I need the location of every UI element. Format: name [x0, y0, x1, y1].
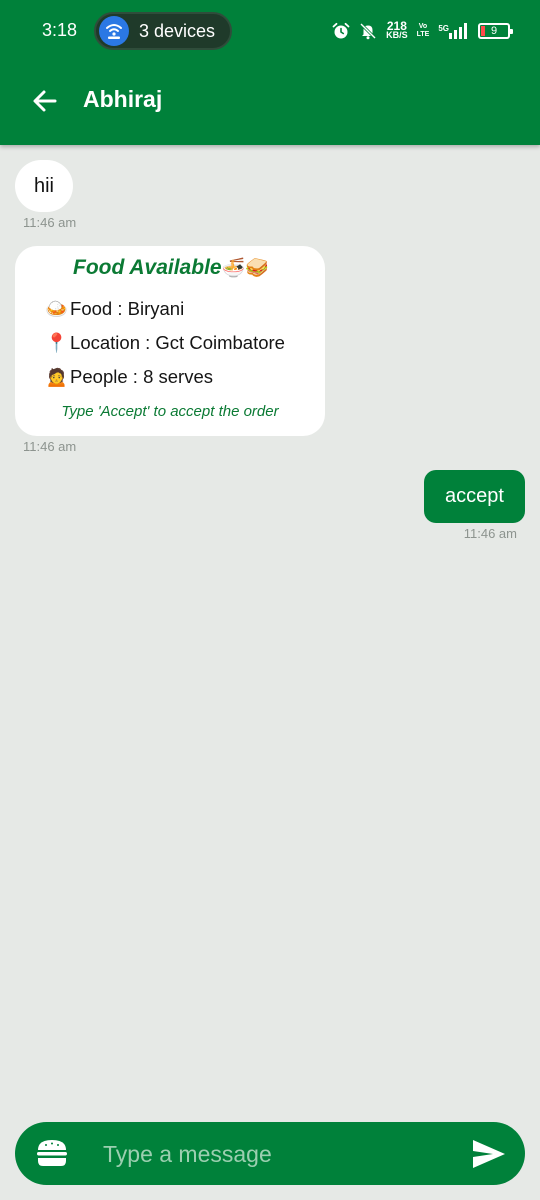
battery-level: 9: [490, 25, 498, 37]
volte-indicator: Vo LTE: [416, 23, 430, 38]
curry-icon: 🍛: [45, 298, 69, 319]
message-bubble-outgoing[interactable]: accept: [424, 470, 525, 523]
network-type: 5G: [438, 24, 449, 33]
message-timestamp: 11:46 am: [463, 526, 517, 541]
card-title: Food Available🍜🥪: [73, 256, 269, 279]
status-time: 3:18: [42, 20, 78, 40]
send-button[interactable]: [471, 1137, 507, 1171]
card-row-location: 📍 Location : Gct Coimbatore: [45, 332, 285, 353]
card-row-people: 🙍 People : 8 serves: [45, 366, 213, 387]
bell-off-icon: [360, 22, 377, 40]
status-bar: 3:18 3 devices 218 KB/S Vo LTE 5G 9: [0, 0, 540, 62]
message-input[interactable]: [103, 1132, 443, 1176]
message-timestamp: 11:46 am: [23, 215, 77, 230]
message-text: accept: [445, 485, 504, 507]
message-timestamp: 11:46 am: [23, 439, 77, 454]
food-emoji-icon: 🍜🥪: [221, 258, 269, 279]
send-icon: [473, 1140, 505, 1168]
hotspot-label: 3 devices: [139, 20, 216, 41]
message-text: hii: [33, 174, 54, 197]
arrow-left-icon: [33, 90, 57, 112]
message-bubble-incoming[interactable]: hii: [15, 160, 73, 212]
food-available-card[interactable]: Food Available🍜🥪 🍛 Food : Biryani 📍 Locati…: [15, 246, 325, 436]
hotspot-icon: [99, 16, 129, 46]
signal-strength: 5G: [438, 23, 469, 39]
card-row-food: 🍛 Food : Biryani: [45, 298, 185, 319]
card-hint: Type 'Accept' to accept the order: [61, 403, 279, 420]
person-icon: 🙍: [45, 366, 69, 387]
signal-icon: [449, 23, 467, 39]
message-composer: [15, 1122, 525, 1185]
hotspot-indicator[interactable]: 3 devices: [94, 12, 232, 50]
app-bar: 3:18 3 devices 218 KB/S Vo LTE 5G 9 Abhi…: [0, 0, 540, 145]
chat-title: Abhiraj: [83, 86, 163, 112]
back-button[interactable]: [30, 86, 60, 116]
status-icons: 218 KB/S Vo LTE 5G 9: [332, 18, 513, 44]
burger-icon[interactable]: [35, 1138, 69, 1168]
alarm-icon: [332, 22, 350, 39]
battery-icon: 9: [478, 23, 513, 39]
pin-icon: 📍: [45, 332, 69, 353]
network-speed: 218 KB/S: [386, 19, 408, 40]
